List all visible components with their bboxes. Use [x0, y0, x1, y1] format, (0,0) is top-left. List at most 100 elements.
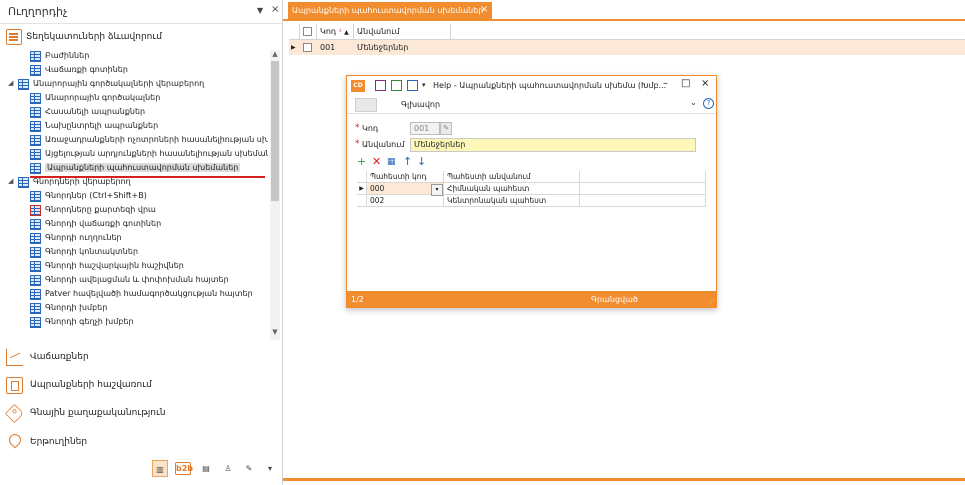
tree-scrollbar[interactable]: ▲ ▼: [270, 50, 280, 340]
tree-item-label: Առաջադրանքների ոչոտրոների հասանելիության…: [45, 135, 268, 144]
inventory-box-icon: [6, 377, 23, 394]
table-edit-icon[interactable]: ▦: [387, 156, 396, 168]
directories-icon: [6, 29, 22, 45]
scroll-down-icon[interactable]: ▼: [270, 328, 280, 338]
tree-item[interactable]: Գնորդներ (Ctrl+Shift+B): [0, 190, 266, 204]
cell-name[interactable]: Մենեջերներ: [354, 40, 451, 55]
table-icon: [30, 51, 41, 62]
scroll-up-icon[interactable]: ▲: [270, 50, 280, 60]
column-header-code[interactable]: Կոդ ¹ ▲: [317, 24, 354, 40]
table-row[interactable]: ▶ 001 Մենեջերներ: [289, 40, 965, 55]
column-header-label: Անվանում: [357, 27, 400, 36]
table-icon: [30, 163, 41, 174]
tree-item[interactable]: Գնորդները քարտեզի վրա: [0, 204, 266, 218]
tree-item[interactable]: Հասանելի ապրանքներ: [0, 106, 266, 120]
tree-item[interactable]: ◢ Գնորդների վերաբերող: [0, 176, 266, 190]
tree-item[interactable]: Բաժիններ: [0, 50, 266, 64]
cell-warehouse-name[interactable]: Կենտրոնական պահեստ: [444, 195, 580, 207]
tree-item[interactable]: Գնորդի ուղղուներ: [0, 232, 266, 246]
clipboard-icon[interactable]: ▤: [198, 460, 214, 477]
section-routes[interactable]: Երթուղիներ: [6, 431, 276, 454]
tree-item[interactable]: Անարորային գործակալներ: [0, 92, 266, 106]
table-icon: [30, 275, 41, 286]
tree-item[interactable]: Առաջադրանքների ոչոտրոների հասանելիության…: [0, 134, 268, 148]
tree-item-label: Գնորդների վերաբերող: [33, 177, 131, 186]
more-dropdown-icon[interactable]: ▾: [262, 460, 278, 477]
document-tab-label: Ապրանքների պահուստավորման սխեմաներ: [292, 6, 484, 15]
table-icon: [30, 233, 41, 244]
expand-toggle-icon[interactable]: ◢: [8, 79, 18, 87]
collapse-ribbon-icon[interactable]: ⌄: [690, 98, 697, 107]
section-pricing[interactable]: Գնային քաղաքականություն: [4, 403, 276, 425]
grid-view-icon[interactable]: [407, 80, 418, 91]
tree-item-label: Գնորդներ (Ctrl+Shift+B): [45, 191, 147, 200]
navigator-title: Ուղղորդիչ: [8, 5, 68, 18]
expand-toggle-icon[interactable]: ◢: [8, 177, 18, 185]
tab-main[interactable]: Գլխավոր: [401, 100, 440, 109]
select-all-checkbox[interactable]: [303, 27, 312, 36]
tree-item[interactable]: Patver հավելվածի համագործակցության հայտե…: [0, 288, 266, 302]
user-settings-icon[interactable]: ♙: [220, 460, 236, 477]
tree-item[interactable]: Գնորդի վաճառքի գոտիներ: [0, 218, 266, 232]
move-down-icon[interactable]: ↓: [417, 156, 426, 168]
row-checkbox[interactable]: [303, 43, 312, 52]
tab-form-icon[interactable]: [355, 98, 377, 112]
save-icon[interactable]: [375, 80, 386, 91]
close-icon[interactable]: ×: [701, 78, 709, 89]
resize-grip-icon[interactable]: ⋰: [708, 299, 714, 306]
tree-item[interactable]: Վաճառքի գոտիներ: [0, 64, 266, 78]
name-field[interactable]: Մենեջերներ: [410, 138, 696, 152]
tree-item[interactable]: Այցելության արդյունքների հասանելիության …: [0, 148, 268, 162]
code-edit-icon[interactable]: ✎: [440, 122, 452, 135]
price-tag-icon: [4, 403, 25, 424]
edit-dialog: CD ▾ Help - Ապրանքների պահուստավորման սխ…: [346, 75, 717, 308]
tree-item[interactable]: Գնորդի խմբեր: [0, 302, 266, 316]
close-icon[interactable]: ×: [271, 4, 279, 15]
tree-item[interactable]: Գնորդի հաշվարկային հաշիվներ: [0, 260, 266, 274]
tree-item[interactable]: Ապրանքների պահուստավորման սխեմաներ: [0, 162, 266, 176]
tree-item-label: Գնորդի հաշվարկային հաշիվներ: [45, 261, 184, 270]
pin-icon[interactable]: ▼: [257, 6, 263, 15]
add-row-icon[interactable]: +: [357, 156, 366, 168]
table-icon: [30, 317, 41, 328]
column-header-warehouse-name[interactable]: Պահեստի անվանում: [444, 171, 580, 183]
maximize-icon[interactable]: □: [681, 78, 690, 89]
section-label: Ապրանքների հաշվառում: [30, 380, 152, 390]
scroll-thumb[interactable]: [271, 61, 279, 201]
tree-item-label: Գնորդի վաճառքի գոտիներ: [45, 219, 162, 228]
cell-warehouse-name[interactable]: Հիմնական պահեստ: [444, 183, 580, 195]
tools-icon[interactable]: ✎: [241, 460, 257, 477]
nav-root-directories[interactable]: Տեղեկատուների ձևավորում: [6, 29, 276, 47]
record-pager: 1/2: [351, 295, 364, 304]
tab-close-icon[interactable]: ×: [480, 4, 488, 15]
tree-item[interactable]: Նախընտրելի ապրանքներ: [0, 120, 266, 134]
tree-item-label: Անարորային գործակալներ: [45, 93, 161, 102]
tree-item[interactable]: Գնորդի գեղչի խմբեր: [0, 316, 266, 330]
sales-chart-icon: [6, 349, 23, 366]
section-sales[interactable]: Վաճառքներ: [6, 347, 276, 369]
minimize-icon[interactable]: –: [663, 78, 668, 89]
document-tab[interactable]: Ապրանքների պահուստավորման սխեմաներ ×: [288, 2, 492, 21]
dialog-title: Help - Ապրանքների պահուստավորման սխեմա (…: [433, 81, 667, 90]
cell-warehouse-code[interactable]: 002: [367, 195, 444, 207]
tree-item[interactable]: Գնորդի կոնտակտներ: [0, 246, 266, 260]
sort-priority-icon: ¹: [338, 28, 342, 36]
tree-item[interactable]: Գնորդի ավելացման և փոփոխման հայտեր: [0, 274, 266, 288]
delete-row-icon[interactable]: ✕: [372, 156, 381, 168]
b2b-icon[interactable]: b2b: [175, 462, 193, 475]
nav-root-label: Տեղեկատուների ձևավորում: [26, 32, 162, 42]
help-icon[interactable]: ?: [703, 98, 714, 109]
reports-icon[interactable]: ▥: [152, 460, 168, 477]
tree-item-label: Բաժիններ: [45, 51, 90, 60]
save-and-close-icon[interactable]: [391, 80, 402, 91]
cell-code[interactable]: 001: [317, 40, 354, 55]
column-header-warehouse-code[interactable]: Պահեստի կոդ: [367, 171, 444, 183]
column-header-name[interactable]: Անվանում: [354, 24, 451, 40]
quick-access-dropdown-icon[interactable]: ▾: [422, 81, 426, 89]
code-field[interactable]: 001: [410, 122, 440, 135]
section-inventory[interactable]: Ապրանքների հաշվառում: [6, 375, 276, 397]
tree-item-label: Հասանելի ապրանքներ: [45, 107, 146, 116]
move-up-icon[interactable]: ↑: [403, 156, 412, 168]
dialog-titlebar[interactable]: CD ▾ Help - Ապրանքների պահուստավորման սխ…: [347, 76, 716, 96]
tree-item[interactable]: ◢ Անարորային գործակալների վերաբերող: [0, 78, 266, 92]
